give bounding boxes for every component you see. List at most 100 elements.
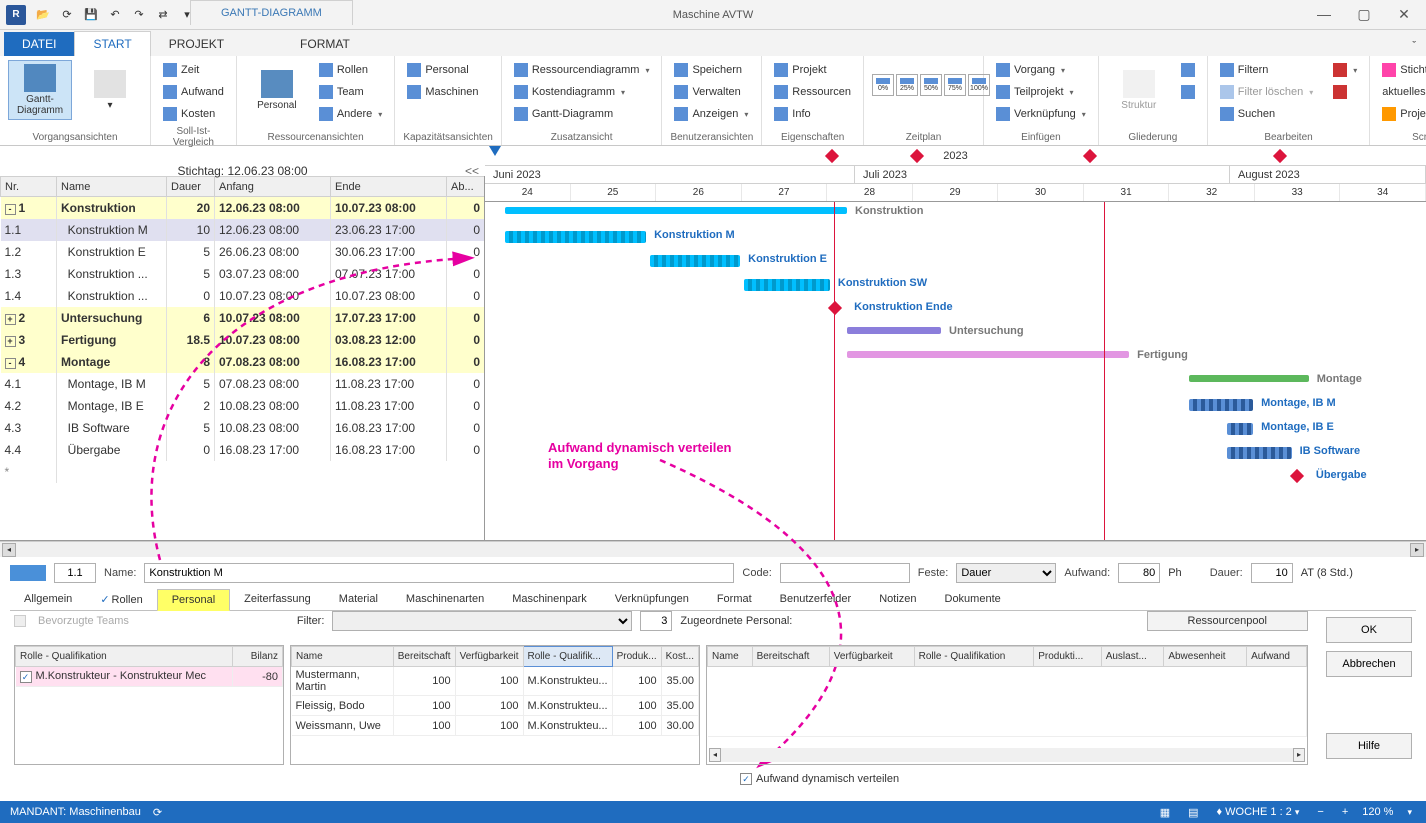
tab-file[interactable]: DATEI xyxy=(4,32,74,56)
teilprojekt-button[interactable]: Teilprojekt▾ xyxy=(992,82,1090,102)
task-nr-field[interactable] xyxy=(54,563,96,583)
role-checkbox[interactable] xyxy=(20,671,32,683)
anzeigen-button[interactable]: Anzeigen▾ xyxy=(670,104,752,124)
zoom-25-button[interactable]: 25% xyxy=(896,74,918,96)
table-row[interactable]: -4Montage807.08.23 08:0016.08.23 17:000 xyxy=(1,351,485,373)
zoom-menu-icon[interactable]: ▾ xyxy=(1403,807,1416,818)
table-row[interactable]: 4.2 Montage, IB E210.08.23 08:0011.08.23… xyxy=(1,395,485,417)
table-row[interactable]: -1Konstruktion2012.06.23 08:0010.07.23 0… xyxy=(1,197,485,219)
gantt-scrollbar[interactable]: ◂ ▸ xyxy=(0,541,1426,557)
edit-ext2-button[interactable] xyxy=(1329,82,1361,102)
link-icon[interactable]: ⇄ xyxy=(152,4,174,26)
zoom-in-button[interactable]: + xyxy=(1338,806,1352,818)
table-row[interactable]: 1.3 Konstruktion ...503.07.23 08:0007.07… xyxy=(1,263,485,285)
speichern-button[interactable]: Speichern xyxy=(670,60,752,80)
tab-personal[interactable]: Personal xyxy=(157,589,230,611)
help-button[interactable]: Hilfe xyxy=(1326,733,1412,759)
ribbon-collapse-icon[interactable]: ˇ xyxy=(1402,36,1426,56)
zoom-75-button[interactable]: 75% xyxy=(944,74,966,96)
info-button[interactable]: Info xyxy=(770,104,855,124)
open-icon[interactable]: 📂 xyxy=(32,4,54,26)
tab-notizen[interactable]: Notizen xyxy=(865,589,930,610)
timeline[interactable]: 2023 Juni 2023 Juli 2023 August 2023 242… xyxy=(485,146,1426,540)
gantt-bar[interactable] xyxy=(847,351,1129,358)
table-row[interactable]: Fleissig, Bodo100100M.Konstrukteu...1003… xyxy=(292,696,699,716)
personal-big-button[interactable]: Personal xyxy=(245,60,309,120)
tab-maschinenpark[interactable]: Maschinenpark xyxy=(498,589,601,610)
assigned-scrollbar[interactable]: ◂ ▸ xyxy=(709,748,1305,762)
table-row[interactable]: 1.4 Konstruktion ...010.07.23 08:0010.07… xyxy=(1,285,485,307)
team-button[interactable]: Team xyxy=(315,82,387,102)
refresh-icon[interactable]: ⟳ xyxy=(56,4,78,26)
gantt-bar[interactable] xyxy=(1227,447,1291,459)
task-name-field[interactable] xyxy=(144,563,734,583)
kosten-button[interactable]: Kosten xyxy=(159,104,228,124)
task-code-field[interactable] xyxy=(780,563,910,583)
minimize-button[interactable]: — xyxy=(1308,6,1340,23)
tab-rollen[interactable]: ✓Rollen xyxy=(86,589,156,610)
zoom-out-button[interactable]: − xyxy=(1313,806,1327,818)
table-row[interactable]: Mustermann, Martin100100M.Konstrukteu...… xyxy=(292,667,699,696)
tab-format[interactable]: FORMAT xyxy=(282,32,368,56)
indent-button[interactable] xyxy=(1177,60,1199,80)
views-more-button[interactable]: ▾ xyxy=(78,60,142,120)
dauer-field[interactable] xyxy=(1251,563,1293,583)
tab-benutzerfelder[interactable]: Benutzerfelder xyxy=(766,589,866,610)
gantt-bar[interactable] xyxy=(1189,375,1309,382)
projekt-button[interactable]: Projekt xyxy=(770,60,855,80)
filter-count-field[interactable] xyxy=(640,611,672,631)
zoom-0-button[interactable]: 0% xyxy=(872,74,894,96)
milestone-icon[interactable] xyxy=(828,301,842,315)
maschinen-button[interactable]: Maschinen xyxy=(403,82,482,102)
role-col-bilanz[interactable]: Bilanz xyxy=(233,647,283,667)
gantt-body[interactable]: KonstruktionKonstruktion MKonstruktion E… xyxy=(485,202,1426,540)
outdent-button[interactable] xyxy=(1177,82,1199,102)
ressourcenpool-button[interactable]: Ressourcenpool xyxy=(1147,611,1309,631)
personal-button[interactable]: Personal xyxy=(403,60,482,80)
table-row[interactable]: 1.2 Konstruktion E526.06.23 08:0030.06.2… xyxy=(1,241,485,263)
verwalten-button[interactable]: Verwalten xyxy=(670,82,752,102)
verknuepfung-button[interactable]: Verknüpfung▾ xyxy=(992,104,1090,124)
table-row[interactable]: +2Untersuchung610.07.23 08:0017.07.23 17… xyxy=(1,307,485,329)
gantt-diagram-button[interactable]: Gantt-Diagramm xyxy=(8,60,72,120)
ressourcen-button[interactable]: Ressourcen xyxy=(770,82,855,102)
rollen-button[interactable]: Rollen xyxy=(315,60,387,80)
gantt-bar[interactable] xyxy=(505,207,847,214)
gantt-bar[interactable] xyxy=(1227,423,1253,435)
aktuelles-datum-button[interactable]: aktuelles Datum xyxy=(1378,82,1426,102)
table-row[interactable]: Weissmann, Uwe100100M.Konstrukteu...1003… xyxy=(292,716,699,736)
woche-selector[interactable]: ♦ WOCHE 1 : 2 ▾ xyxy=(1213,806,1304,818)
ganttdiagramm-button[interactable]: Gantt-Diagramm xyxy=(510,104,654,124)
scroll-right-icon[interactable]: ▸ xyxy=(1410,543,1424,557)
feste-select[interactable]: Dauer xyxy=(956,563,1056,583)
vorgang-button[interactable]: Vorgang▾ xyxy=(992,60,1090,80)
tab-format[interactable]: Format xyxy=(703,589,766,610)
andere-button[interactable]: Andere▾ xyxy=(315,104,387,124)
gantt-bar[interactable] xyxy=(847,327,941,334)
maximize-button[interactable]: ▢ xyxy=(1348,6,1380,23)
ressourcendiagramm-button[interactable]: Ressourcendiagramm▾ xyxy=(510,60,654,80)
milestone-icon[interactable] xyxy=(1290,469,1304,483)
kostendiagramm-button[interactable]: Kostendiagramm▾ xyxy=(510,82,654,102)
tab-start[interactable]: START xyxy=(74,31,150,56)
edit-ext1-button[interactable]: ▾ xyxy=(1329,60,1361,80)
zeit-button[interactable]: Zeit xyxy=(159,60,228,80)
tab-maschinenarten[interactable]: Maschinenarten xyxy=(392,589,498,610)
gantt-bar[interactable] xyxy=(1189,399,1253,411)
undo-icon[interactable]: ↶ xyxy=(104,4,126,26)
redo-icon[interactable]: ↷ xyxy=(128,4,150,26)
aufwand-button[interactable]: Aufwand xyxy=(159,82,228,102)
suchen-button[interactable]: Suchen xyxy=(1216,104,1317,124)
tab-verknüpfungen[interactable]: Verknüpfungen xyxy=(601,589,703,610)
table-row[interactable]: 4.1 Montage, IB M507.08.23 08:0011.08.23… xyxy=(1,373,485,395)
aufwand-field[interactable] xyxy=(1118,563,1160,583)
filter-select[interactable] xyxy=(332,611,632,631)
projektanfang-button[interactable]: Projektanfang▾ xyxy=(1378,104,1426,124)
tab-material[interactable]: Material xyxy=(325,589,392,610)
tab-projekt[interactable]: PROJEKT xyxy=(151,32,242,56)
close-button[interactable]: ✕ xyxy=(1388,6,1420,23)
zoom-50-button[interactable]: 50% xyxy=(920,74,942,96)
view-mode-2-icon[interactable]: ▤ xyxy=(1184,806,1202,819)
sync-icon[interactable]: ⟳ xyxy=(149,806,166,819)
table-row[interactable]: +3Fertigung18.510.07.23 08:0003.08.23 12… xyxy=(1,329,485,351)
